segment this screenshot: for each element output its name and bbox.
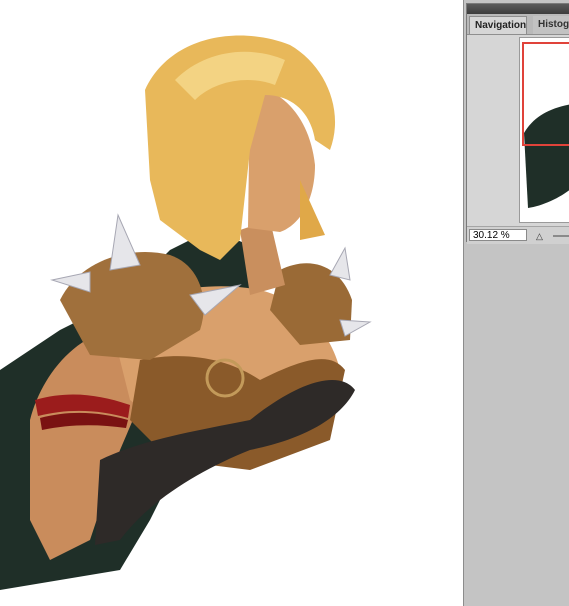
zoom-input[interactable]: 30.12 %: [469, 229, 527, 241]
zoom-out-icon[interactable]: △: [536, 231, 548, 241]
panel-tabs: Navigation Histogram: [467, 14, 569, 35]
painting-artwork: [0, 35, 372, 590]
tab-navigation[interactable]: Navigation: [469, 16, 527, 34]
zoom-slider[interactable]: [553, 235, 569, 237]
panel-dock: Navigation Histogram 30.12 % △: [463, 0, 569, 606]
navigator-panel: Navigation Histogram 30.12 % △: [466, 3, 569, 244]
document-canvas[interactable]: [0, 0, 463, 606]
navigator-preview[interactable]: [519, 37, 569, 223]
view-rectangle[interactable]: [522, 42, 569, 146]
zoom-bar: 30.12 % △: [467, 226, 569, 244]
tab-histogram[interactable]: Histogram: [533, 16, 569, 34]
panel-titlebar[interactable]: [467, 4, 569, 14]
